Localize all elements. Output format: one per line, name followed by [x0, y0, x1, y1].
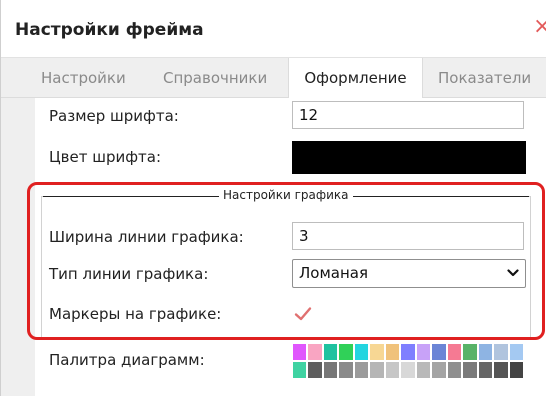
palette-swatch[interactable] — [415, 361, 432, 379]
palette-swatch[interactable] — [322, 361, 339, 379]
palette-swatch[interactable] — [477, 361, 494, 379]
palette-swatch[interactable] — [292, 343, 308, 361]
tab-bar: Настройки Справочники Оформление Показат… — [1, 58, 546, 99]
palette-swatch[interactable] — [322, 343, 339, 361]
chart-settings-highlight — [27, 182, 545, 340]
font-size-input[interactable]: 12 — [292, 101, 524, 129]
palette-swatch[interactable] — [384, 343, 401, 361]
font-color-swatch[interactable] — [292, 141, 526, 174]
palette-swatch[interactable] — [338, 343, 354, 361]
close-icon[interactable]: × — [533, 16, 546, 38]
palette-grid[interactable] — [292, 343, 524, 379]
tab-indicators[interactable]: Показатели — [438, 58, 531, 98]
palette-swatch[interactable] — [462, 343, 478, 361]
title-bar: Настройки фрейма × — [1, 0, 546, 58]
palette-swatch[interactable] — [431, 343, 447, 361]
frame-settings-dialog: Настройки фрейма × Настройки Справочники… — [0, 0, 546, 396]
font-color-label: Цвет шрифта: — [49, 148, 162, 166]
palette-swatch[interactable] — [369, 361, 385, 379]
palette-swatch[interactable] — [400, 361, 416, 379]
palette-swatch[interactable] — [446, 343, 463, 361]
palette-swatch[interactable] — [384, 361, 401, 379]
dialog-title: Настройки фрейма — [15, 20, 204, 40]
palette-swatch[interactable] — [477, 343, 494, 361]
font-size-label: Размер шрифта: — [49, 107, 179, 125]
tab-appearance[interactable]: Оформление — [288, 58, 423, 99]
palette-swatch[interactable] — [292, 361, 308, 379]
palette-swatch[interactable] — [446, 361, 463, 379]
palette-swatch[interactable] — [353, 361, 370, 379]
palette-swatch[interactable] — [508, 361, 524, 379]
tab-references[interactable]: Справочники — [163, 58, 267, 98]
palette-swatch[interactable] — [307, 343, 323, 361]
palette-swatch[interactable] — [400, 343, 416, 361]
palette-swatch[interactable] — [415, 343, 432, 361]
palette-swatch[interactable] — [353, 343, 370, 361]
palette-swatch[interactable] — [493, 361, 509, 379]
palette-swatch[interactable] — [338, 361, 354, 379]
palette-swatch[interactable] — [369, 343, 385, 361]
palette-swatch[interactable] — [431, 361, 447, 379]
palette-label: Палитра диаграмм: — [49, 351, 205, 369]
palette-swatch[interactable] — [462, 361, 478, 379]
tab-settings[interactable]: Настройки — [41, 58, 126, 98]
palette-swatch[interactable] — [493, 343, 509, 361]
palette-swatch[interactable] — [307, 361, 323, 379]
palette-swatch[interactable] — [508, 343, 524, 361]
